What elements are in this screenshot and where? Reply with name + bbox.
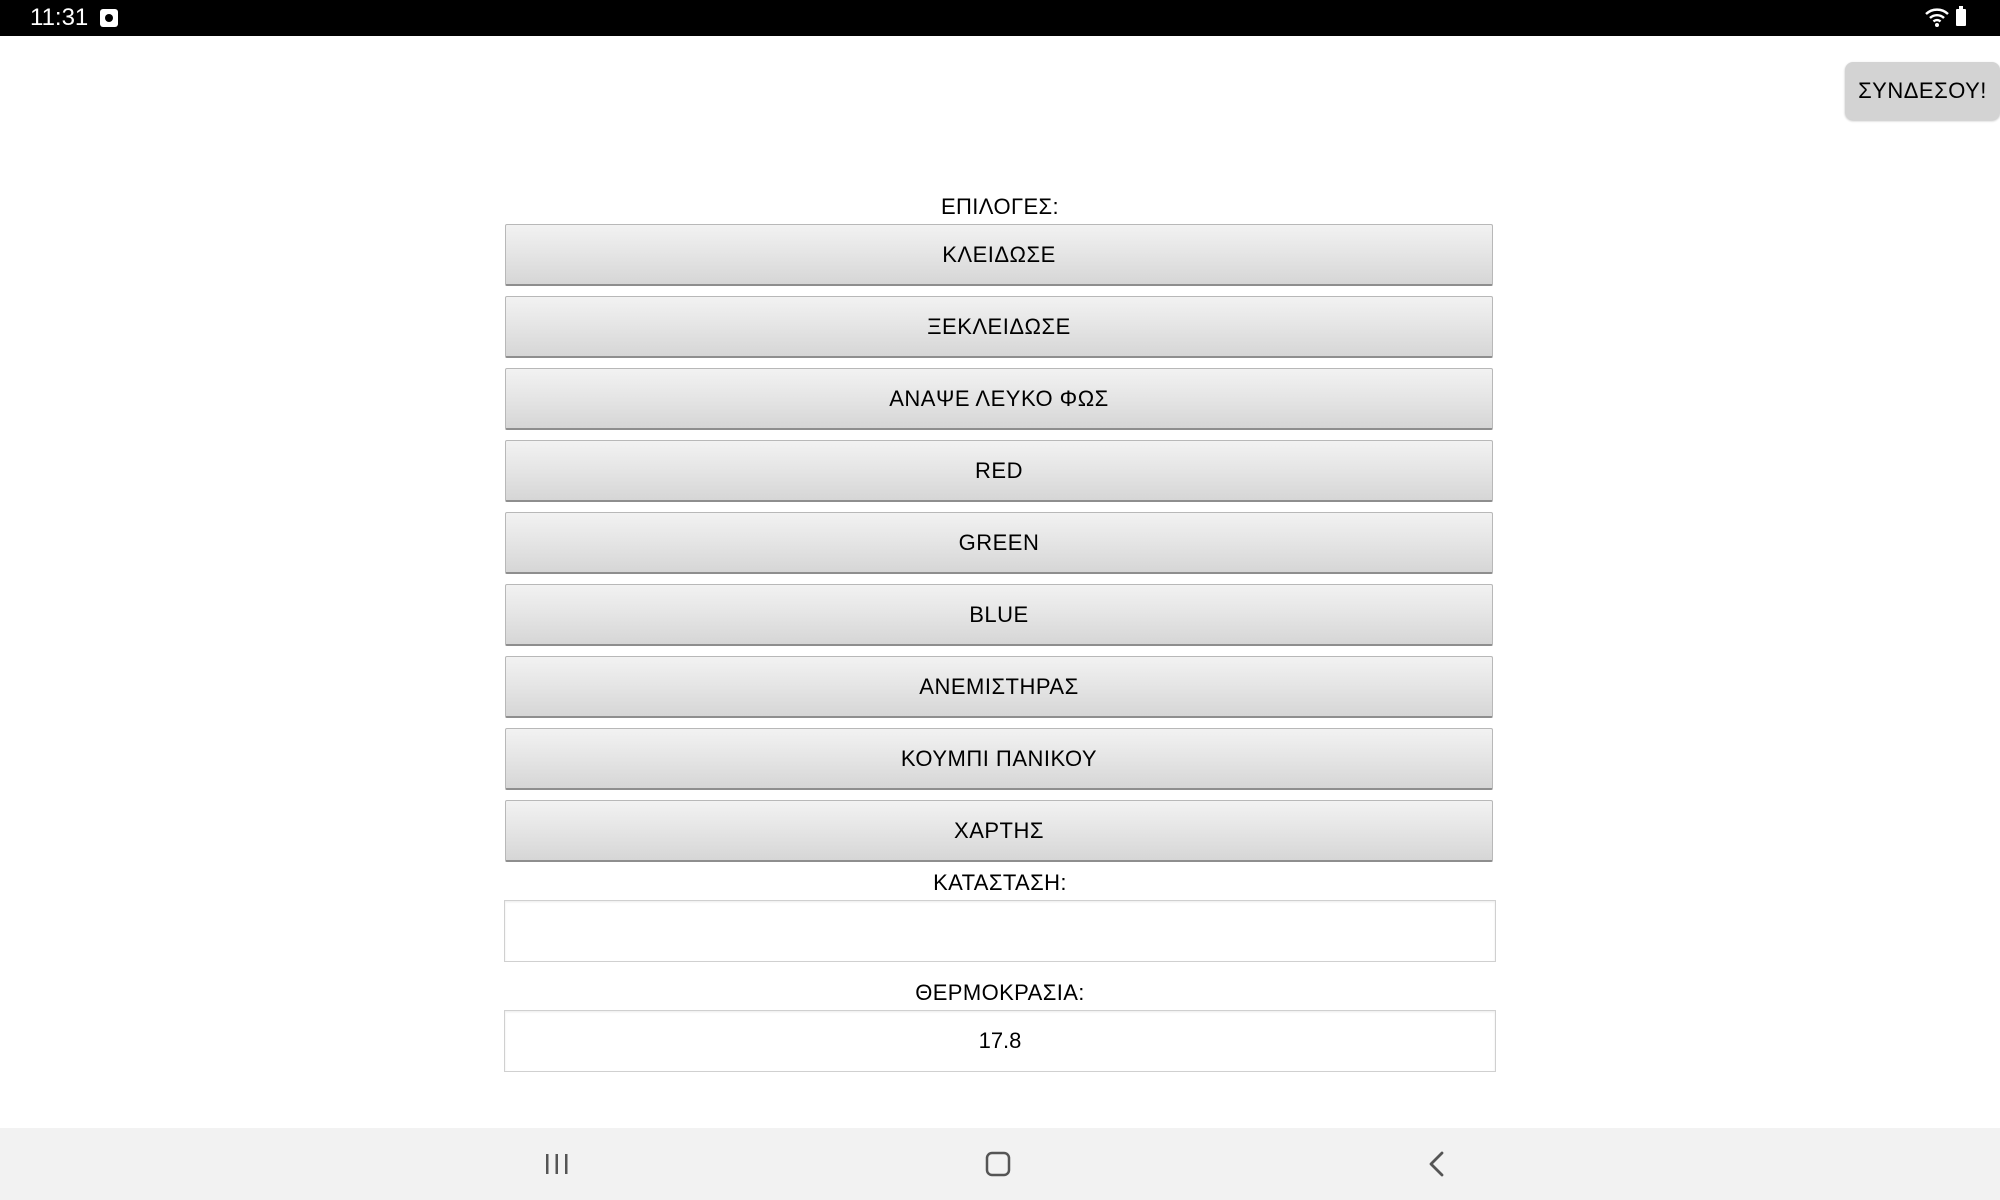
status-bar: 11:31	[0, 0, 2000, 36]
app-screen: 11:31 ΣΥΝΔΕΣΟΥ! ΕΠΙΛΟΓΕΣ: ΚΛΕΙΔΩΣΕ ΞΕΚΛΕ…	[0, 0, 2000, 1200]
lock-button[interactable]: ΚΛΕΙΔΩΣΕ	[505, 224, 1493, 286]
panic-button[interactable]: ΚΟΥΜΠΙ ΠΑΝΙΚΟΥ	[505, 728, 1493, 790]
back-icon	[1429, 1151, 1444, 1177]
home-icon	[985, 1151, 1011, 1177]
recents-button[interactable]	[517, 1140, 597, 1188]
options-list: ΚΛΕΙΔΩΣΕ ΞΕΚΛΕΙΔΩΣΕ ΑΝΑΨΕ ΛΕΥΚΟ ΦΩΣ RED …	[504, 224, 1496, 862]
temperature-field: 17.8	[504, 1010, 1496, 1072]
main-panel: ΕΠΙΛΟΓΕΣ: ΚΛΕΙΔΩΣΕ ΞΕΚΛΕΙΔΩΣΕ ΑΝΑΨΕ ΛΕΥΚ…	[504, 190, 1496, 1072]
green-button[interactable]: GREEN	[505, 512, 1493, 574]
blue-button[interactable]: BLUE	[505, 584, 1493, 646]
navigation-bar	[0, 1128, 2000, 1200]
home-button[interactable]	[958, 1140, 1038, 1188]
fan-button[interactable]: ΑΝΕΜΙΣΤΗΡΑΣ	[505, 656, 1493, 718]
connect-button[interactable]: ΣΥΝΔΕΣΟΥ!	[1845, 62, 2000, 120]
options-label: ΕΠΙΛΟΓΕΣ:	[940, 194, 1060, 219]
status-time: 11:31	[30, 4, 89, 31]
back-button[interactable]	[1397, 1140, 1477, 1188]
temperature-label: ΘΕΡΜΟΚΡΑΣΙΑ:	[915, 980, 1085, 1005]
wifi-icon	[1925, 8, 1949, 27]
red-button[interactable]: RED	[505, 440, 1493, 502]
status-field	[504, 900, 1496, 962]
status-label: ΚΑΤΑΣΤΑΣΗ:	[933, 870, 1067, 895]
recents-icon	[546, 1154, 568, 1174]
map-button[interactable]: ΧΑΡΤΗΣ	[505, 800, 1493, 862]
unlock-button[interactable]: ΞΕΚΛΕΙΔΩΣΕ	[505, 296, 1493, 358]
white-light-button[interactable]: ΑΝΑΨΕ ΛΕΥΚΟ ΦΩΣ	[505, 368, 1493, 430]
battery-icon	[1956, 6, 1966, 26]
notification-icon	[100, 9, 118, 27]
